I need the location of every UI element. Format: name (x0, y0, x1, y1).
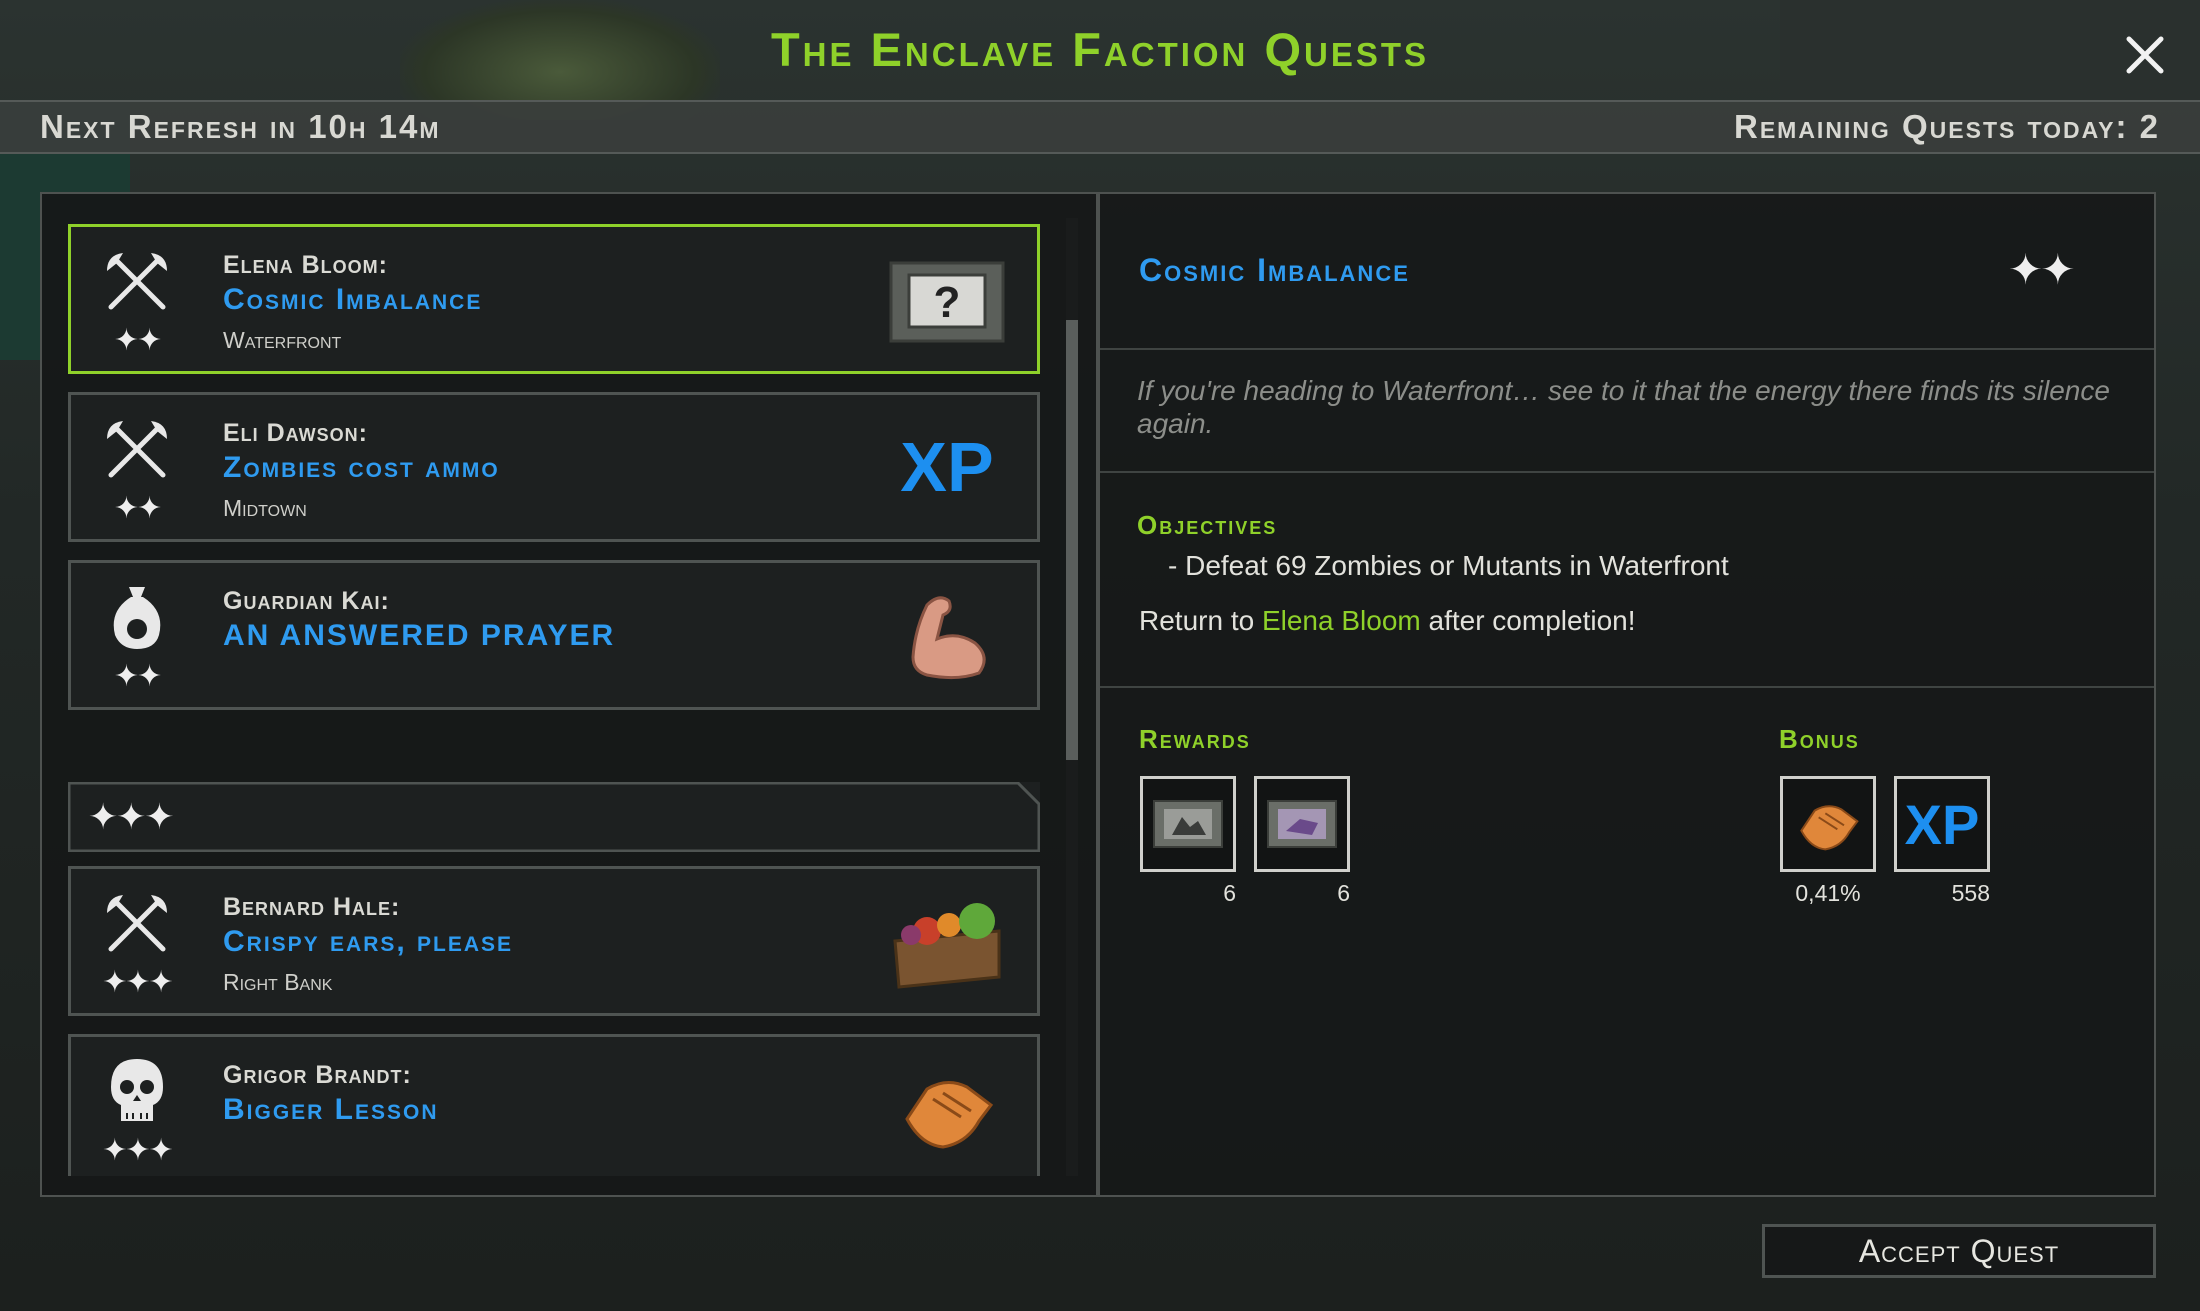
quest-name: Zombies cost ammo (223, 451, 500, 484)
quest-name: Cosmic Imbalance (223, 283, 483, 316)
return-npc-name: Elena Bloom (1261, 605, 1421, 636)
objectives-label: Objectives (1137, 510, 1278, 540)
bonus-count: 558 (1951, 880, 1990, 906)
tier-header-frame (68, 782, 1040, 852)
mystery-crate-icon: ? (889, 261, 1005, 343)
svg-text:?: ? (934, 278, 961, 327)
close-icon (2126, 36, 2164, 74)
bonus-slot[interactable]: XP (1894, 776, 1990, 872)
quest-name: Crispy ears, please (223, 925, 514, 958)
handshake-icon (905, 1081, 994, 1149)
quest-description: If you're heading to Waterfront… see to … (1137, 375, 2110, 439)
close-button[interactable] (2115, 25, 2175, 85)
quest-name: AN ANSWERED PRAYER (223, 619, 616, 652)
reward-slot[interactable] (1254, 776, 1350, 872)
tier-stars: ✦✦✦ (88, 796, 174, 837)
quest-card[interactable]: ✦✦ Elena Bloom: Cosmic Imbalance Waterfr… (68, 224, 1040, 374)
difficulty-stars: ✦✦ (113, 324, 162, 357)
return-instruction: Return to Elena Bloom after completion! (1139, 605, 1636, 637)
quest-giver: Eli Dawson: (223, 419, 368, 447)
quest-name: Bigger Lesson (223, 1093, 439, 1126)
vegetable-crate-icon (893, 903, 1001, 989)
bonus-slot[interactable] (1780, 776, 1876, 872)
quest-giver: Bernard Hale: (223, 893, 401, 921)
divider (1100, 686, 2154, 688)
scrollbar-thumb[interactable] (1066, 320, 1078, 760)
money-bag-icon (113, 587, 161, 649)
divider (1100, 471, 2154, 473)
handshake-icon (1800, 805, 1859, 851)
objective-item: - Defeat 69 Zombies or Mutants in Waterf… (1168, 550, 1729, 581)
bonus-label: Bonus (1779, 724, 1860, 754)
quest-card[interactable]: ✦✦✦ Bernard Hale: Crispy ears, please Ri… (68, 866, 1040, 1016)
reward-count: 6 (1223, 880, 1236, 906)
detail-quest-title: Cosmic Imbalance (1139, 252, 1410, 288)
rewards-label: Rewards (1139, 724, 1251, 754)
difficulty-stars: ✦✦✦ (102, 966, 173, 999)
crossed-axes-icon (107, 421, 167, 478)
window-title: The Enclave Faction Quests (770, 23, 1430, 76)
detail-difficulty-stars: ✦✦ (2008, 246, 2075, 293)
divider (1100, 348, 2154, 350)
info-bar: Next Refresh in 10h 14m Remaining Quests… (0, 100, 2200, 154)
accept-quest-button[interactable]: Accept Quest (1762, 1224, 2156, 1278)
quest-card[interactable]: ✦✦✦ Grigor Brandt: Bigger Lesson (68, 1034, 1040, 1176)
xp-icon: XP (887, 417, 1007, 517)
xp-text: XP (900, 428, 994, 506)
xp-icon: XP (1904, 792, 1980, 856)
quest-giver: Guardian Kai: (223, 587, 390, 615)
quest-detail-panel (1098, 192, 2156, 1197)
metal-scrap-crate-icon (1153, 800, 1223, 848)
difficulty-stars: ✦✦✦ (102, 1134, 173, 1167)
return-prefix: Return to (1139, 605, 1262, 636)
quest-card[interactable]: ✦✦ Eli Dawson: Zombies cost ammo Midtown… (68, 392, 1040, 542)
quest-location: Midtown (223, 495, 307, 521)
difficulty-stars: ✦✦ (113, 492, 162, 525)
reward-slot[interactable] (1140, 776, 1236, 872)
quest-location: Waterfront (223, 327, 342, 353)
bonus-count: 0,41% (1795, 880, 1861, 906)
crossed-axes-icon (107, 895, 167, 952)
quest-giver: Elena Bloom: (223, 251, 388, 279)
quest-giver: Grigor Brandt: (223, 1061, 412, 1089)
crossed-axes-icon (107, 253, 167, 310)
faction-quests-modal: The Enclave Faction Quests Next Refresh … (0, 0, 2200, 1311)
skull-icon (111, 1059, 163, 1121)
purple-material-crate-icon (1267, 800, 1337, 848)
remaining-quests: Remaining Quests today: 2 (1733, 108, 2160, 145)
reward-count: 6 (1337, 880, 1350, 906)
quest-location: Right Bank (223, 969, 333, 995)
tier-header: ✦✦✦ (68, 782, 1040, 852)
refresh-timer: Next Refresh in 10h 14m (40, 108, 441, 145)
quest-card[interactable]: ✦✦ Guardian Kai: AN ANSWERED PRAYER (68, 560, 1040, 710)
return-suffix: after completion! (1420, 605, 1636, 636)
difficulty-stars: ✦✦ (113, 660, 162, 693)
flexed-arm-icon (911, 596, 986, 680)
